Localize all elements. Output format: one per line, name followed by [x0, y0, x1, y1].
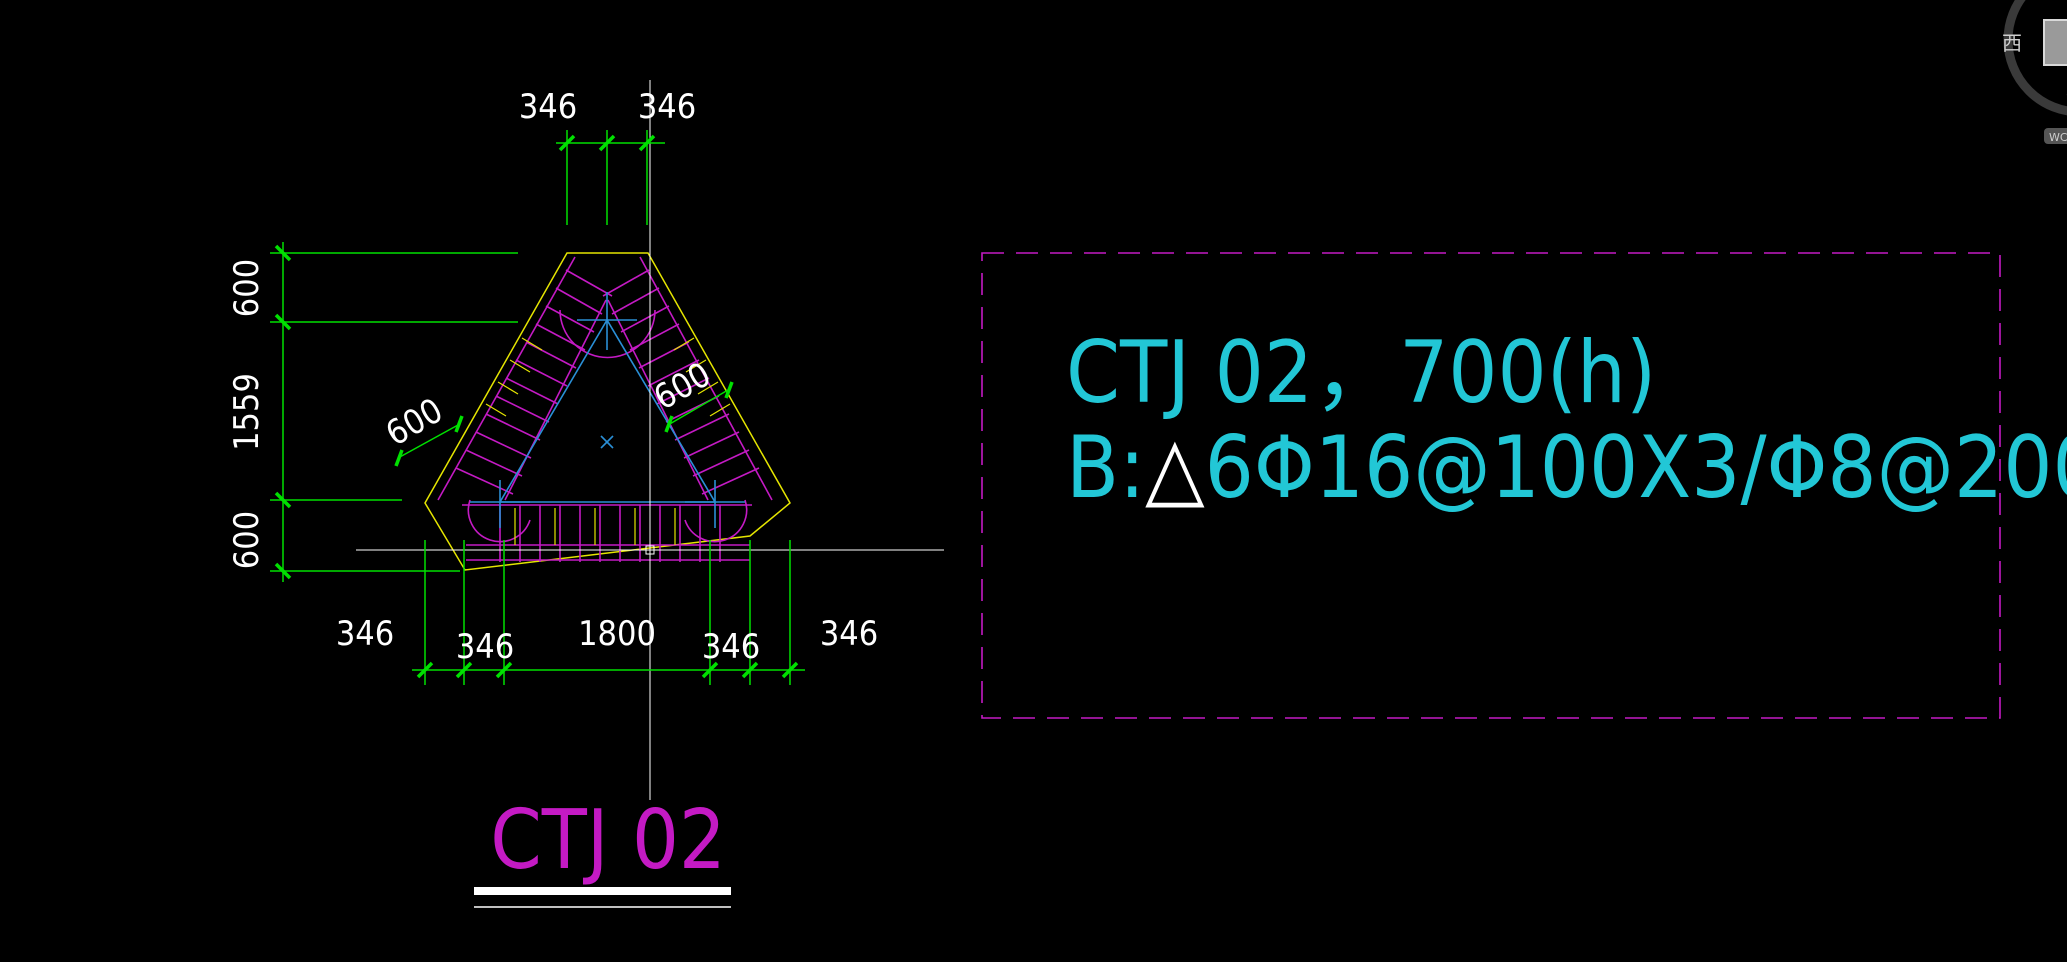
dim-text-top-left: 346: [519, 87, 577, 127]
annotation-line1: CTJ 02，700(h): [1066, 323, 1656, 423]
dim-text-slant-right: 600: [647, 355, 718, 419]
dim-text-bottom-inner-left: 346: [456, 627, 514, 667]
dimension-ticks: [274, 134, 799, 679]
annotation-triangle: △: [1145, 418, 1205, 518]
viewcube-west-label[interactable]: 西: [2002, 31, 2022, 55]
drawing-title: CTJ 02: [490, 793, 726, 888]
dim-text-bottom-outer-left: 346: [336, 614, 394, 654]
dim-text-left-top: 600: [227, 259, 267, 317]
dim-text-bottom-inner-right: 346: [702, 627, 760, 667]
wcs-label[interactable]: WCS: [2049, 131, 2067, 144]
dim-text-bottom-center: 1800: [578, 614, 656, 654]
annotation-rebar-spec: 6Φ16@100X3/Φ8@200: [1205, 418, 2067, 518]
viewcube-face[interactable]: [2043, 19, 2067, 66]
dim-text-slant-left: 600: [379, 391, 450, 455]
dim-text-bottom-outer-right: 346: [820, 614, 878, 654]
dim-text-top-right: 346: [638, 87, 696, 127]
rebar-right-hook: [684, 499, 748, 543]
cad-drawing-canvas[interactable]: 346 346 600 1559 600 600 600 346 346 180…: [0, 0, 2067, 962]
annotation-prefix: B:: [1066, 418, 1145, 518]
rebar-left-crossbars: [455, 269, 613, 495]
dim-text-left-bottom: 600: [227, 511, 267, 569]
dim-text-left-middle: 1559: [227, 373, 267, 451]
annotation-line2: B:△6Φ16@100X3/Φ8@200: [1066, 418, 2067, 518]
viewcube[interactable]: 西 南 WCS: [2002, 0, 2067, 144]
title-underline-thick: [474, 887, 731, 895]
crosshair-cursor: [356, 80, 944, 800]
